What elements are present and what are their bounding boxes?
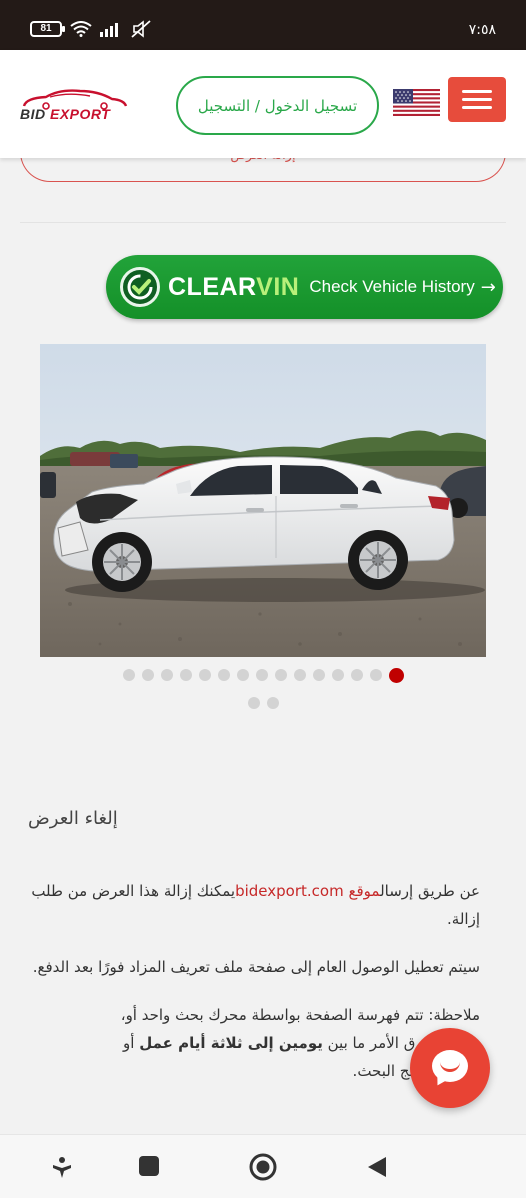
login-register-button[interactable]: تسجيل الدخول / التسجيل [176, 76, 379, 135]
pagination-dot[interactable] [388, 667, 404, 683]
clearvin-brand-clear: CLEAR [168, 272, 257, 301]
clearvin-check-icon [120, 267, 160, 307]
mute-icon [131, 20, 151, 38]
menu-line [462, 90, 492, 93]
battery-icon: 81 [30, 21, 65, 37]
paragraph-removal: عن طريق إرسالموقع bidexport.comيمكنك إزا… [28, 877, 480, 933]
clearvin-tagline: Check Vehicle History [309, 277, 475, 296]
clearvin-brand: CLEARVIN [168, 273, 299, 302]
pagination-dot[interactable] [266, 696, 279, 709]
bidexport-logo[interactable]: BID EXPORT [20, 88, 130, 128]
clock: ٧:٥٨ [468, 22, 496, 38]
home-circle-icon[interactable] [249, 1153, 277, 1181]
status-bar: 81 ٧:٥٨ [0, 0, 526, 50]
pagination-dot[interactable] [293, 669, 306, 681]
menu-line [462, 98, 492, 101]
pagination-dot[interactable] [274, 669, 287, 681]
pagination-dot[interactable] [141, 669, 154, 681]
pagination-dot[interactable] [255, 669, 268, 681]
accessibility-icon[interactable] [50, 1155, 74, 1179]
pagination-dot[interactable] [217, 669, 230, 681]
clearvin-banner[interactable]: CLEARVIN Check Vehicle History → [106, 255, 503, 319]
divider [20, 222, 506, 223]
pagination-row [0, 667, 526, 683]
wifi-icon [70, 21, 92, 37]
vehicle-photo[interactable] [40, 344, 486, 657]
pagination-dot[interactable] [247, 696, 260, 709]
chat-button[interactable] [410, 1028, 490, 1108]
pagination-dot[interactable] [236, 669, 249, 681]
site-header: BID EXPORT تسجيل الدخول / التسجيل [0, 50, 526, 158]
site-link-word[interactable]: موقع [348, 882, 380, 900]
back-triangle-icon[interactable] [366, 1155, 388, 1179]
pagination-dot[interactable] [198, 669, 211, 681]
paragraph-access: سيتم تعطيل الوصول العام إلى صفحة ملف تعر… [32, 958, 480, 976]
p3-bold: يومين إلى ثلاثة أيام عمل [139, 1034, 323, 1052]
pagination-row [0, 696, 526, 709]
gallery-pagination [0, 667, 526, 723]
hamburger-menu-button[interactable] [448, 77, 506, 122]
arrow-right-icon: → [480, 276, 496, 298]
pagination-dot[interactable] [312, 669, 325, 681]
us-flag-icon[interactable] [393, 89, 440, 116]
pagination-dot[interactable] [369, 669, 382, 681]
pagination-dot[interactable] [179, 669, 192, 681]
logo-text-accent: EXPORT [50, 106, 111, 122]
pagination-dot[interactable] [160, 669, 173, 681]
pagination-dot[interactable] [331, 669, 344, 681]
pagination-dot[interactable] [350, 669, 363, 681]
menu-line [462, 106, 492, 109]
section-heading: إلغاء العرض [28, 808, 118, 829]
pagination-dot[interactable] [122, 669, 135, 681]
p1-prefix: عن طريق إرسال [380, 882, 480, 900]
recents-square-icon[interactable] [138, 1155, 160, 1177]
clearvin-brand-vin: VIN [256, 272, 300, 301]
site-link[interactable]: bidexport.com [235, 882, 344, 900]
signal-icon [100, 23, 118, 37]
logo-text-main: BID [20, 106, 50, 122]
p3-part1: ملاحظة: تتم فهرسة الصفحة بواسطة محرك بحث… [125, 1006, 480, 1024]
system-nav-bar [0, 1134, 526, 1198]
